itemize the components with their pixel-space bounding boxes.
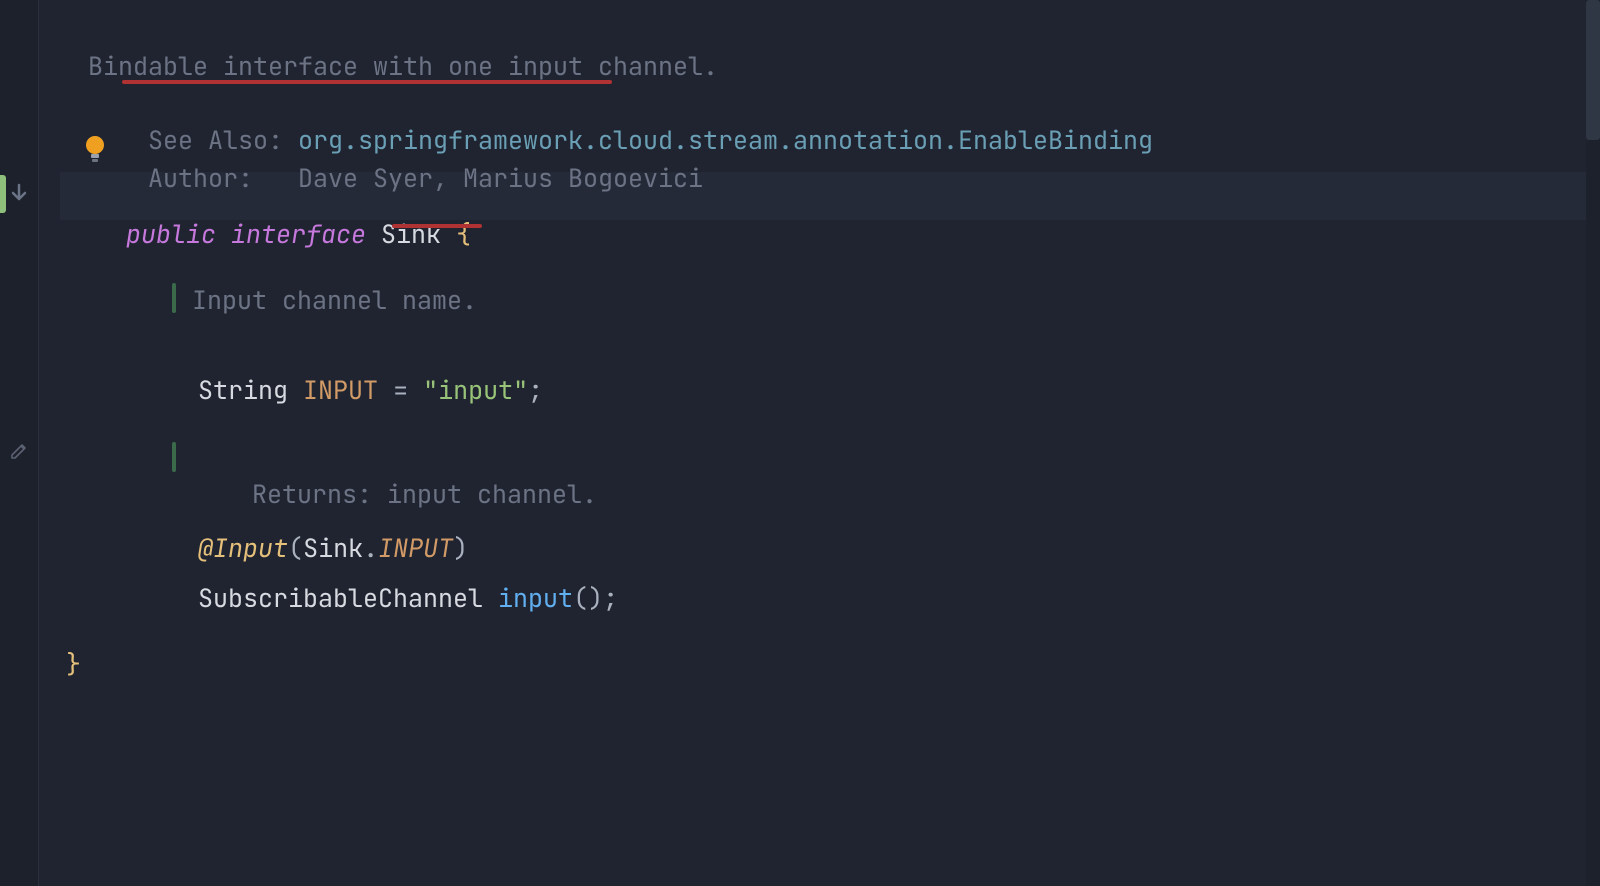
- modifier-keywords: public interface: [126, 217, 366, 251]
- override-down-icon[interactable]: [0, 175, 38, 213]
- class-name[interactable]: Sink: [381, 217, 441, 251]
- return-type[interactable]: SubscribableChannel: [198, 581, 483, 615]
- method-parens: (): [573, 581, 603, 615]
- field-name[interactable]: INPUT: [303, 373, 378, 407]
- annotation-underline-classname: [392, 224, 482, 228]
- intention-bulb-icon[interactable]: [82, 134, 108, 168]
- code-editor[interactable]: Bindable interface with one input channe…: [38, 0, 1596, 886]
- field-type: String: [198, 373, 288, 407]
- editor-gutter: [0, 0, 39, 886]
- class-signature-line[interactable]: public interface Sink {: [66, 180, 471, 289]
- string-literal: "input": [423, 373, 528, 407]
- javadoc-description: Bindable interface with one input channe…: [88, 48, 718, 84]
- field-declaration-line[interactable]: String INPUT = "input";: [138, 336, 543, 445]
- method-name[interactable]: input: [498, 581, 573, 615]
- doc-border-field: [172, 283, 176, 313]
- vertical-scrollbar[interactable]: [1586, 0, 1600, 886]
- scrollbar-thumb[interactable]: [1586, 0, 1600, 140]
- method-declaration-line[interactable]: SubscribableChannel input();: [138, 544, 618, 653]
- open-brace: {: [441, 217, 471, 251]
- javadoc-field-text: Input channel name.: [192, 282, 477, 318]
- annotation-underline-description: [122, 80, 612, 84]
- close-brace: }: [66, 646, 81, 682]
- edit-icon[interactable]: [0, 432, 38, 470]
- doc-border-method: [172, 442, 176, 472]
